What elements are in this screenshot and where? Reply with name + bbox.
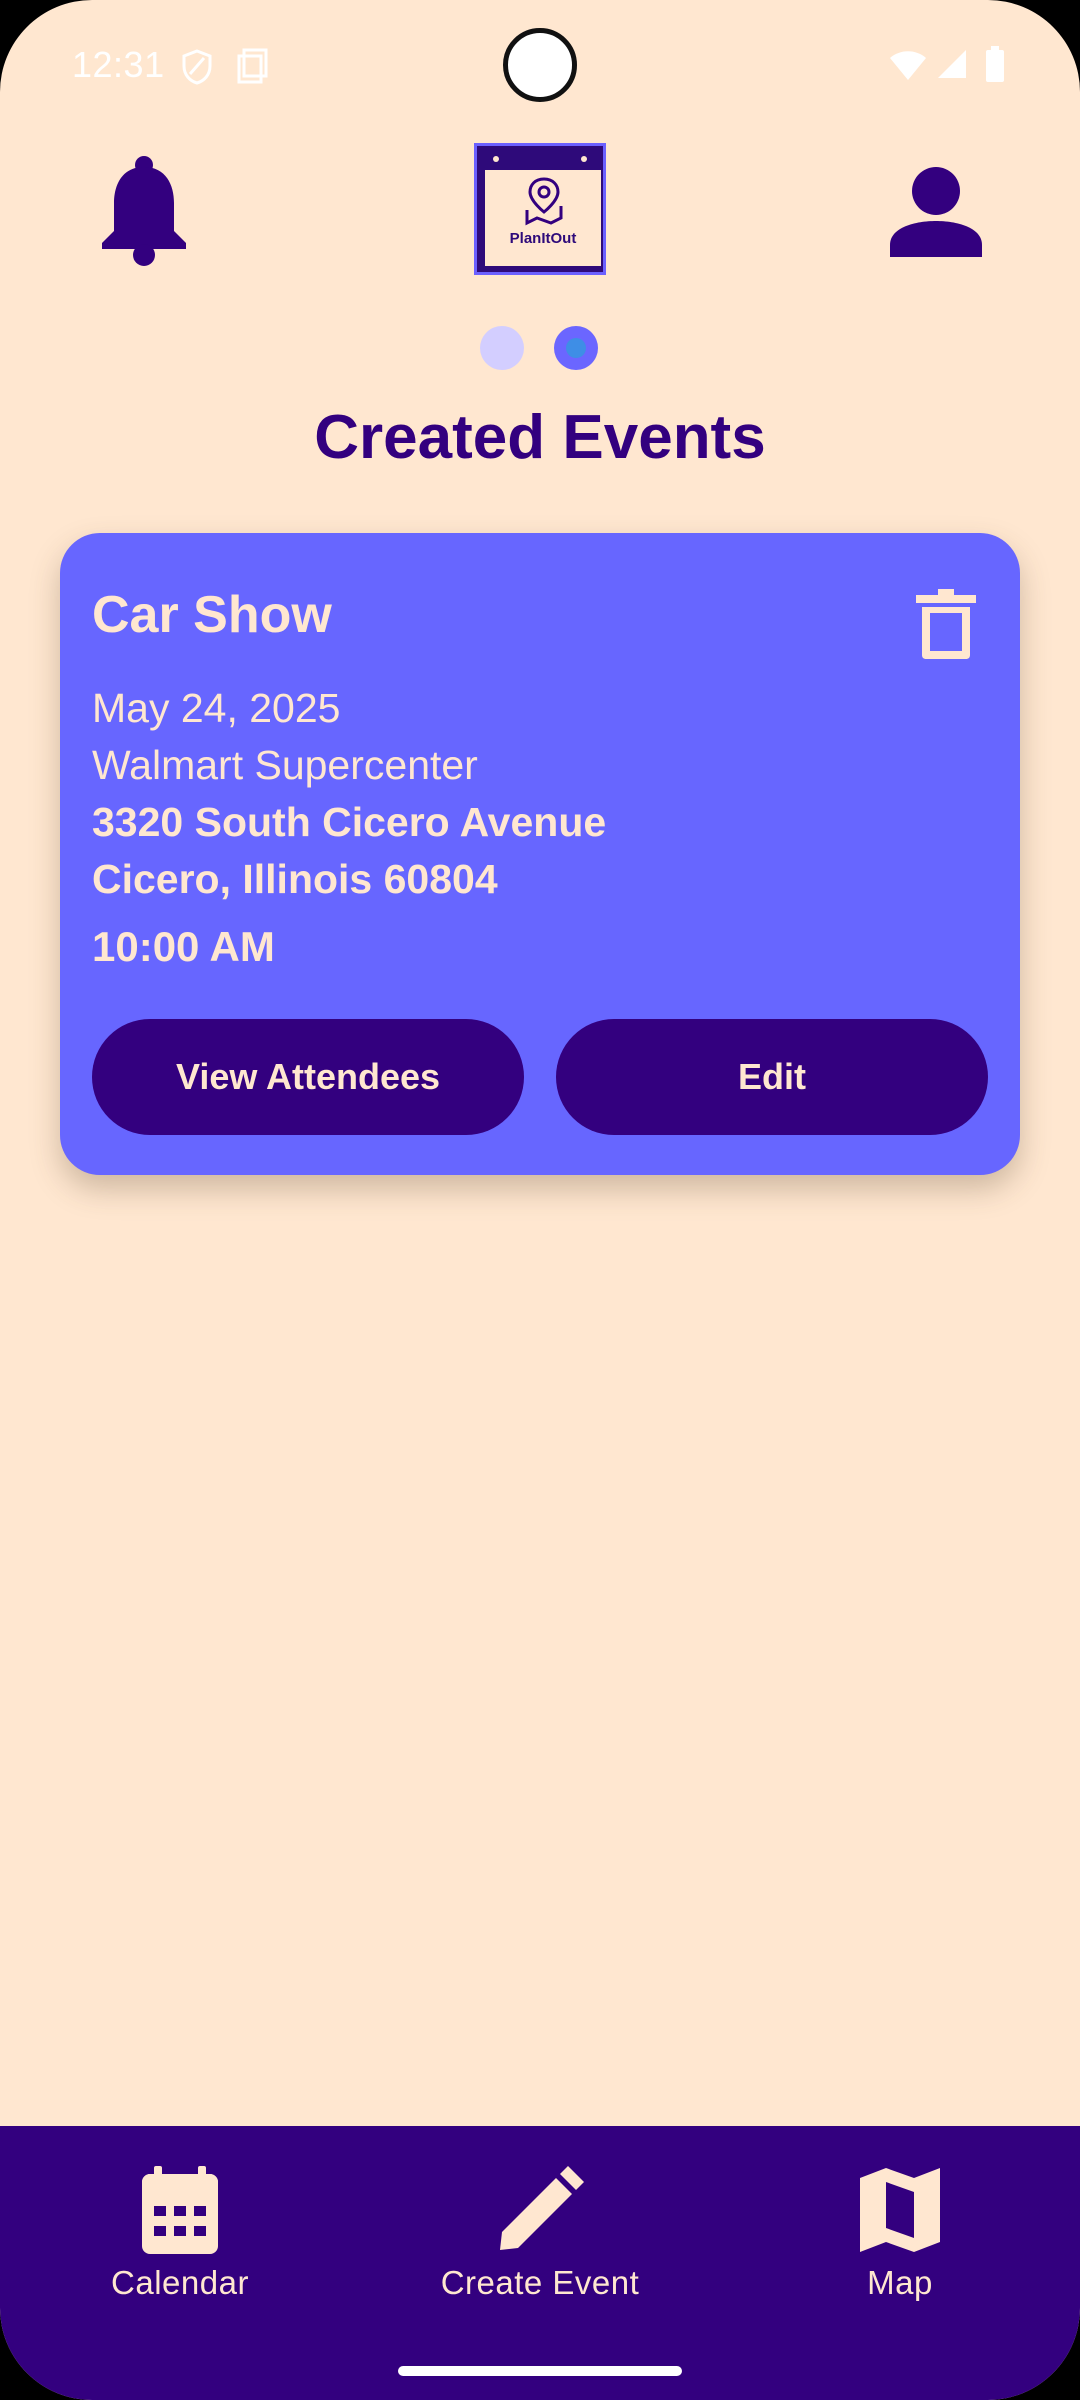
event-address-line1: 3320 South Cicero Avenue	[92, 799, 607, 845]
edit-event-button[interactable]: Edit	[556, 1019, 988, 1135]
view-attendees-button[interactable]: View Attendees	[92, 1019, 524, 1135]
trash-icon[interactable]	[908, 585, 984, 661]
calendar-icon	[142, 2166, 218, 2254]
status-time: 12:31	[72, 44, 165, 85]
battery-icon	[986, 46, 1004, 82]
event-time: 10:00 AM	[92, 923, 275, 970]
event-venue: Walmart Supercenter	[92, 742, 478, 788]
event-card: Car Show May 24, 2025 Walmart Supercente…	[60, 533, 1020, 1175]
page-indicator	[480, 326, 600, 372]
shield-icon	[182, 49, 212, 85]
app-screen: 12:31 PlanItOut Created Events Car Show …	[0, 0, 1080, 2400]
app-logo: PlanItOut	[474, 143, 606, 275]
nav-label-map: Map	[867, 2264, 933, 2301]
event-address-line2: Cicero, Illinois 60804	[92, 856, 498, 902]
page-title: Created Events	[314, 403, 766, 472]
pencil-icon	[500, 2166, 584, 2250]
map-pin-icon	[525, 177, 563, 226]
page-indicator-dot[interactable]	[480, 326, 524, 370]
nav-label-calendar: Calendar	[111, 2264, 249, 2301]
page-indicator-dot-active[interactable]	[554, 326, 598, 370]
bell-icon[interactable]	[96, 155, 192, 267]
nav-item-calendar[interactable]: Calendar	[50, 2166, 310, 2326]
logo-text: PlanItOut	[509, 230, 577, 247]
bottom-navigation: Calendar Create Event Map	[0, 2126, 1080, 2400]
cellular-signal-icon	[938, 50, 966, 78]
status-bar: 12:31	[0, 0, 1080, 130]
camera-cutout	[503, 28, 577, 102]
nav-item-create-event[interactable]: Create Event	[410, 2166, 670, 2326]
event-date: May 24, 2025	[92, 685, 341, 731]
map-icon	[860, 2168, 940, 2252]
nav-label-create-event: Create Event	[440, 2264, 640, 2301]
event-title: Car Show	[92, 586, 332, 644]
profile-icon[interactable]	[890, 165, 982, 257]
wifi-icon	[890, 51, 926, 80]
screenshot-icon	[237, 48, 268, 84]
nav-item-map[interactable]: Map	[770, 2166, 1030, 2326]
home-indicator[interactable]	[398, 2366, 682, 2376]
